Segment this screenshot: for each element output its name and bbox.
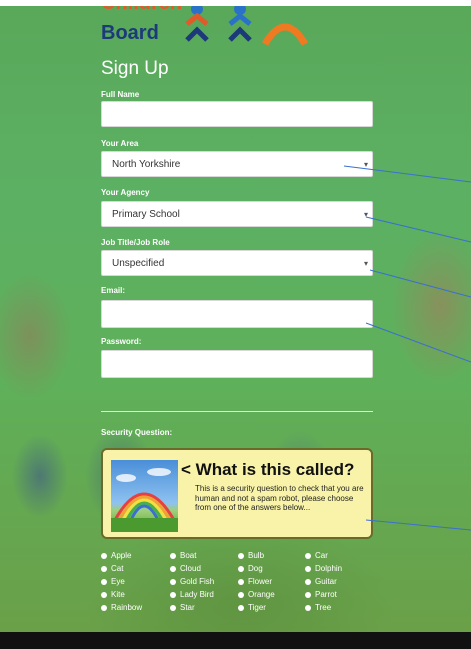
bottom-bar: [0, 632, 471, 649]
annotation-lines: [343, 165, 471, 531]
signup-page: Children Board Sign Up Full Name Your Ar…: [0, 6, 471, 632]
